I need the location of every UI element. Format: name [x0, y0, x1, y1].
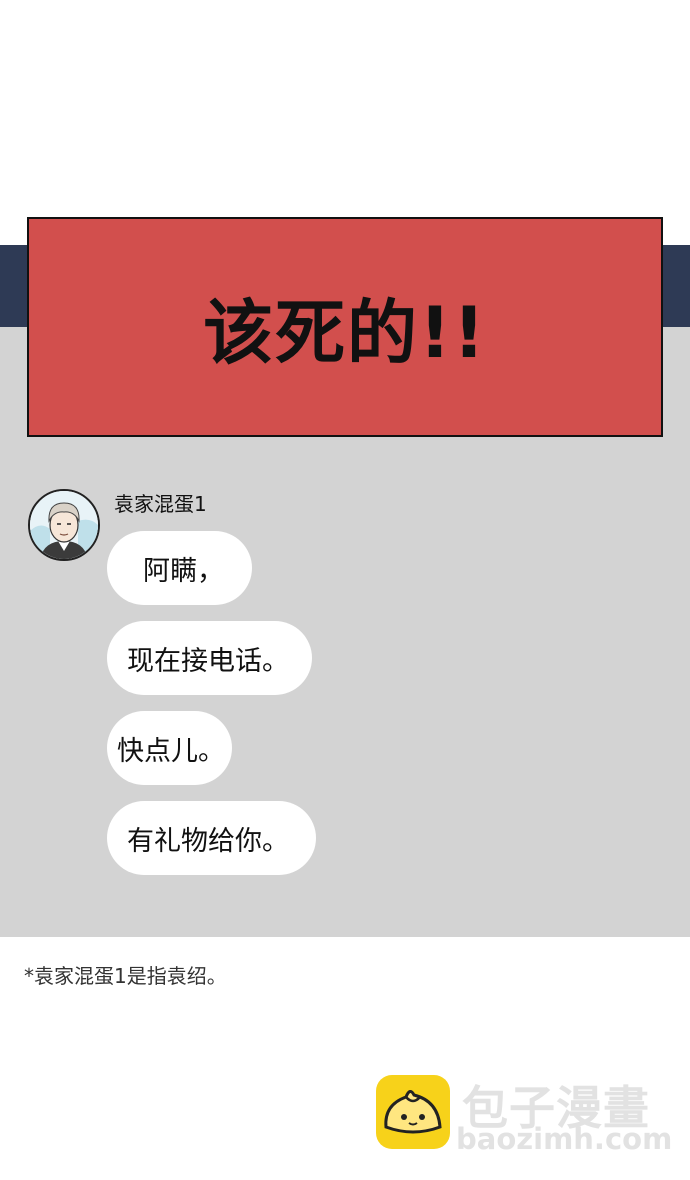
- sender-name: 袁家混蛋1: [114, 492, 207, 516]
- watermark-url: baozimh.com: [456, 1122, 673, 1156]
- footnote-text: *袁家混蛋1是指袁绍。: [24, 964, 227, 988]
- bun-logo-icon: [376, 1075, 450, 1149]
- top-blank-area: [0, 0, 690, 245]
- avatar-portrait-icon: [30, 491, 98, 559]
- chat-message-3: 快点儿。: [107, 711, 232, 785]
- sender-avatar: [28, 489, 100, 561]
- chat-message-2: 现在接电话。: [107, 621, 312, 695]
- chat-message-1: 阿瞒，: [107, 531, 252, 605]
- chat-message-4: 有礼物给你。: [107, 801, 316, 875]
- alert-panel: 该死的!!: [27, 217, 663, 437]
- alert-text: 该死的!!: [203, 291, 487, 374]
